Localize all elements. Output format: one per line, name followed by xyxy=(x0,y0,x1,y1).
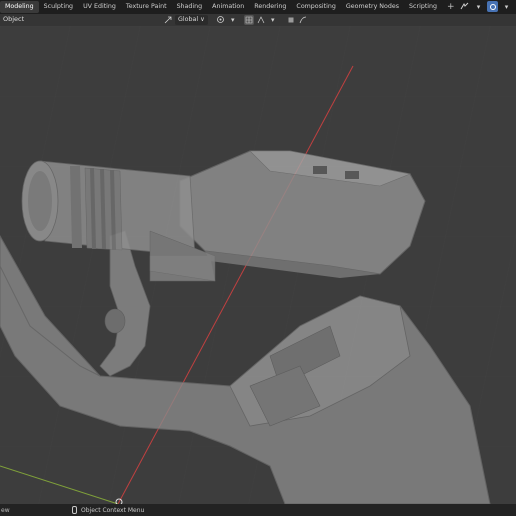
proportional-edit-icon[interactable] xyxy=(286,15,296,25)
tab-uv-editing[interactable]: UV Editing xyxy=(78,1,121,13)
tab-texture-paint[interactable]: Texture Paint xyxy=(121,1,172,13)
falloff-curve-icon[interactable] xyxy=(298,15,308,25)
transform-orientation-group: Global ∨ ▾ ▾ xyxy=(163,14,308,25)
tab-compositing[interactable]: Compositing xyxy=(291,1,340,13)
status-bar: ew Object Context Menu xyxy=(0,504,516,516)
tab-shading[interactable]: Shading xyxy=(172,1,208,13)
add-workspace-button[interactable]: + xyxy=(442,1,460,13)
orientation-icon xyxy=(163,15,173,25)
orientation-dropdown[interactable]: Global ∨ xyxy=(175,14,208,25)
workspace-tab-bar: Modeling Sculpting UV Editing Texture Pa… xyxy=(0,0,516,14)
snap-target-icon[interactable] xyxy=(256,15,266,25)
tab-sculpting[interactable]: Sculpting xyxy=(39,1,78,13)
object-mode-label[interactable]: Object xyxy=(0,14,27,25)
3d-viewport[interactable] xyxy=(0,26,516,504)
context-menu-hint: Object Context Menu xyxy=(81,506,145,514)
tab-modeling[interactable]: Modeling xyxy=(0,1,39,13)
chevron-down-icon[interactable]: ▾ xyxy=(268,15,278,25)
visibility-icon[interactable] xyxy=(459,1,470,12)
status-hint: Object Context Menu xyxy=(72,506,144,514)
chevron-down-icon[interactable]: ▾ xyxy=(228,15,238,25)
tab-geometry-nodes[interactable]: Geometry Nodes xyxy=(341,1,404,13)
rail-slot xyxy=(345,171,359,179)
overlay-toggle-icon[interactable] xyxy=(487,1,498,12)
chevron-down-icon[interactable]: ▾ xyxy=(501,1,512,12)
mouse-right-click-icon xyxy=(72,506,77,514)
tab-rendering[interactable]: Rendering xyxy=(249,1,291,13)
pivot-point-icon[interactable] xyxy=(216,15,226,25)
tab-animation[interactable]: Animation xyxy=(207,1,249,13)
status-left-text: ew xyxy=(1,506,10,514)
snap-icon[interactable] xyxy=(243,14,254,25)
top-right-controls: ▾ ▾ xyxy=(459,1,512,12)
rail-mesh xyxy=(179,150,426,278)
rail-slot xyxy=(313,166,327,174)
chevron-down-icon: ∨ xyxy=(200,15,205,23)
tab-scripting[interactable]: Scripting xyxy=(404,1,442,13)
chevron-down-icon[interactable]: ▾ xyxy=(473,1,484,12)
orientation-value: Global xyxy=(178,15,199,23)
